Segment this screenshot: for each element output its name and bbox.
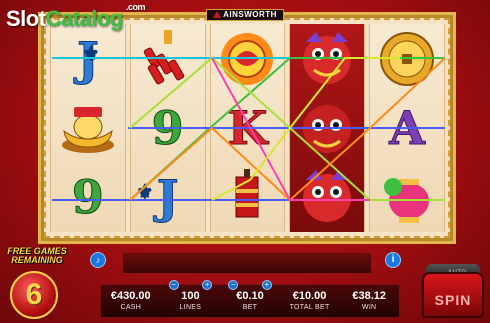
free-games-badge: FREE GAMES REMAINING 6 (2, 245, 72, 321)
lantern-icon (372, 164, 442, 230)
gold-ingot-icon (53, 95, 123, 161)
watermark-logo: SlotCatalog .com (6, 2, 146, 31)
reel-4 (289, 24, 366, 232)
lion-dance-icon (292, 164, 362, 230)
info-button[interactable]: i (385, 252, 401, 268)
info-icon: i (391, 254, 395, 265)
symbol-9: 9 (151, 100, 184, 155)
sound-button[interactable]: ♪ (90, 252, 106, 268)
dragon-coin-icon (212, 26, 282, 92)
win-display: €38.12 WIN (352, 290, 386, 311)
message-bar (122, 252, 372, 274)
total-bet-display: €10.00 TOTAL BET (289, 290, 330, 311)
lion-dance-icon (292, 95, 362, 161)
firecracker-bundle-icon (212, 164, 282, 230)
bet-decrease-button[interactable]: − (228, 280, 239, 290)
bet-increase-button[interactable]: + (261, 280, 272, 290)
symbol-a: A (389, 100, 426, 155)
ainsworth-logo-icon (213, 11, 222, 18)
lines-display: − + 100 LINES (161, 280, 221, 317)
lines-increase-button[interactable]: + (202, 280, 213, 290)
speaker-icon: ♪ (95, 255, 101, 265)
reel-2: 9 J ⚜ (129, 24, 206, 232)
symbol-9: 9 (71, 170, 104, 225)
lines-decrease-button[interactable]: − (168, 280, 179, 290)
free-games-title: FREE GAMES REMAINING (7, 246, 67, 265)
symbol-k: K (227, 100, 268, 155)
lion-dance-icon (292, 26, 362, 92)
brand-tab: AINSWORTH (206, 9, 284, 21)
free-games-counter: 6 (10, 271, 58, 319)
spin-button[interactable]: AUTO SPIN (418, 260, 486, 320)
bottom-panel: €430.00 CASH − + 100 LINES − + €0.10 BET €1… (100, 280, 400, 318)
fleur-icon: ⚜ (136, 182, 153, 204)
reel-1: J ⚜ 9 (50, 24, 126, 232)
cash-display: €430.00 CASH (110, 290, 151, 311)
gold-coin-icon (372, 26, 442, 92)
symbol-j: J ⚜ (136, 170, 179, 225)
reel-5: A (369, 24, 445, 232)
reel-grid: J ⚜ 9 9 J ⚜ K A (50, 24, 445, 232)
bet-display: − + €0.10 BET (220, 280, 280, 317)
fleur-icon: ⚜ (82, 43, 100, 65)
firecracker-icon (133, 26, 203, 92)
symbol-j: J ⚜ (77, 31, 100, 86)
reel-3: K (209, 24, 286, 232)
